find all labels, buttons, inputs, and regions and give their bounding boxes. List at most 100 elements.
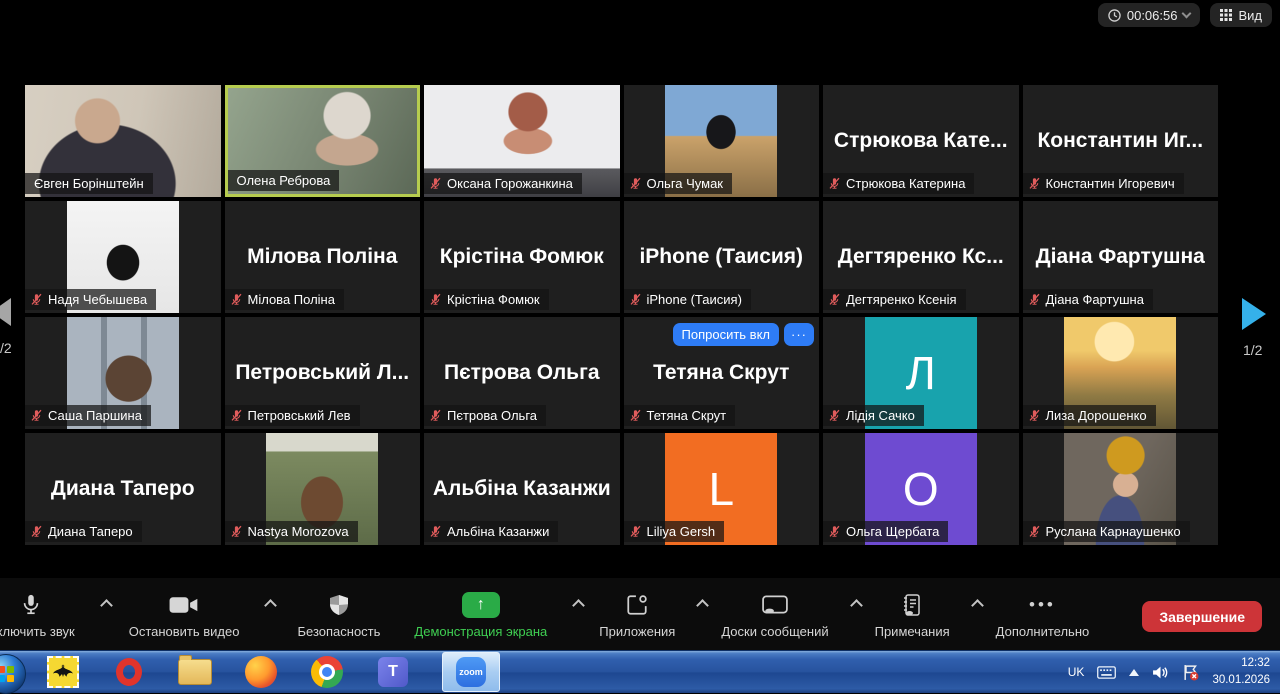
teams-icon: T [378,657,408,687]
show-hidden-icons-button[interactable] [1129,669,1139,676]
toolbar-more-button[interactable]: ••• Дополнительно [996,591,1090,639]
taskbar-date: 30.01.2026 [1212,672,1270,689]
firefox-icon [245,656,277,688]
firefox-app-icon[interactable] [244,655,278,689]
end-meeting-button[interactable]: Завершение [1142,601,1262,632]
toolbar-whiteboards-button[interactable]: Доски сообщений [721,591,828,639]
participant-tile[interactable]: Оксана Горожанкина [424,85,620,197]
toolbar-apps-button[interactable]: Приложения [599,591,675,639]
view-button-label: Вид [1238,8,1262,23]
participant-tile[interactable]: Діана Фартушна Діана Фартушна [1023,201,1219,313]
grid-view-icon [1220,9,1232,21]
meeting-topbar: 00:06:56 Вид [0,0,1280,30]
participant-label: Стрюкова Катерина [823,173,974,194]
muted-mic-icon [230,409,243,422]
more-icon: ••• [1029,592,1056,618]
muted-mic-icon [828,177,841,190]
participant-label: Пєтрова Ольга [424,405,546,426]
taskbar-time: 12:32 [1212,655,1270,672]
participant-tile[interactable]: Саша Паршина [25,317,221,429]
keyboard-icon[interactable] [1097,666,1116,679]
muted-mic-icon [30,409,43,422]
participant-label: Крістіна Фомюк [424,289,549,310]
participant-tile[interactable]: Крістіна Фомюк Крістіна Фомюк [424,201,620,313]
language-indicator[interactable]: UK [1068,665,1085,679]
participant-label: Саша Паршина [25,405,151,426]
participant-tile[interactable]: iPhone (Таисия) iPhone (Таисия) [624,201,820,313]
participant-tile[interactable]: Л Лідія Сачко [823,317,1019,429]
taskbar-clock[interactable]: 12:32 30.01.2026 [1212,655,1274,688]
muted-mic-icon [828,525,841,538]
toolbar-share-screen-button[interactable]: ↑ Демонстрация экрана [414,591,547,639]
the-bat-app-icon[interactable] [46,655,80,689]
clock-icon [1108,9,1121,22]
participant-label: Руслана Карнаушенко [1023,521,1190,542]
participant-tile[interactable]: Ольга Чумак [624,85,820,197]
toolbar-mute-button[interactable]: Включить звук [0,591,75,639]
participant-tile[interactable]: О Ольга Щербата [823,433,1019,545]
toolbar-security-button[interactable]: Безопасность [297,591,380,639]
participant-tile-active-speaker[interactable]: Олена Реброва [225,85,421,197]
participant-tile[interactable]: Петровський Л... Петровський Лев [225,317,421,429]
volume-icon[interactable] [1152,665,1169,680]
participant-tile[interactable]: Nastya Morozova [225,433,421,545]
next-page-arrow[interactable] [1242,298,1266,330]
participant-tile[interactable]: Мілова Поліна Мілова Поліна [225,201,421,313]
whiteboard-icon [762,595,788,615]
action-center-flag-icon[interactable] [1182,664,1199,681]
participant-tile[interactable]: Надя Чебышева [25,201,221,313]
participant-tile[interactable]: Руслана Карнаушенко [1023,433,1219,545]
participant-tile[interactable]: Євген Борінштейн [25,85,221,197]
participant-tile[interactable]: Дегтяренко Кс... Дегтяренко Ксенія [823,201,1019,313]
muted-mic-icon [629,293,642,306]
participant-tile[interactable]: Попросить вкл ··· Тетяна Скрут Тетяна Ск… [624,317,820,429]
whiteboards-options-chevron[interactable] [850,599,863,612]
participant-label: Олена Реброва [228,170,340,191]
participant-label: Альбіна Казанжи [424,521,558,542]
participant-label: Мілова Поліна [225,289,344,310]
muted-mic-icon [1028,525,1041,538]
page-indicator-right: 1/2 [1243,342,1272,358]
participant-tile[interactable]: Альбіна Казанжи Альбіна Казанжи [424,433,620,545]
share-options-chevron[interactable] [572,599,585,612]
bat-icon [51,660,75,684]
view-button[interactable]: Вид [1210,3,1272,27]
start-button[interactable] [0,654,26,694]
muted-mic-icon [629,177,642,190]
toolbar-video-button[interactable]: Остановить видео [129,591,240,639]
participant-tile[interactable]: Диана Таперо Диана Таперо [25,433,221,545]
pagination-right: 1/2 [1242,298,1272,358]
participant-label: Лідія Сачко [823,405,924,426]
muted-mic-icon [429,409,442,422]
participant-tile[interactable]: Стрюкова Кате... Стрюкова Катерина [823,85,1019,197]
participant-tile[interactable]: Пєтрова Ольга Пєтрова Ольга [424,317,620,429]
participant-tile[interactable]: Константин Иг... Константин Игоревич [1023,85,1219,197]
muted-mic-icon [30,293,43,306]
apps-options-chevron[interactable] [696,599,709,612]
muted-mic-icon [230,525,243,538]
zoom-app-button-active[interactable]: zoom [442,652,500,692]
participant-label: Євген Борінштейн [25,173,153,194]
muted-mic-icon [828,409,841,422]
file-explorer-app-icon[interactable] [178,655,212,689]
participant-label: Константин Игоревич [1023,173,1184,194]
chevron-down-icon[interactable] [1182,9,1192,19]
notes-options-chevron[interactable] [971,599,984,612]
previous-page-arrow[interactable] [0,298,11,326]
participant-tile[interactable]: L Liliya Gersh [624,433,820,545]
toolbar-notes-button[interactable]: Примечания [875,591,950,639]
share-screen-icon: ↑ [462,592,500,618]
participant-label: Лиза Дорошенко [1023,405,1156,426]
chrome-app-icon[interactable] [310,655,344,689]
meeting-timer[interactable]: 00:06:56 [1098,3,1201,27]
participant-label: Тетяна Скрут [624,405,736,426]
participant-tile[interactable]: Лиза Дорошенко [1023,317,1219,429]
chrome-icon [311,656,343,688]
video-options-chevron[interactable] [265,599,278,612]
mic-options-chevron[interactable] [100,599,113,612]
timer-value: 00:06:56 [1127,8,1178,23]
teams-app-icon[interactable]: T [376,655,410,689]
participant-label: Діана Фартушна [1023,289,1153,310]
opera-app-icon[interactable] [112,655,146,689]
system-tray: UK 12:32 30.01.2026 [1068,651,1274,693]
